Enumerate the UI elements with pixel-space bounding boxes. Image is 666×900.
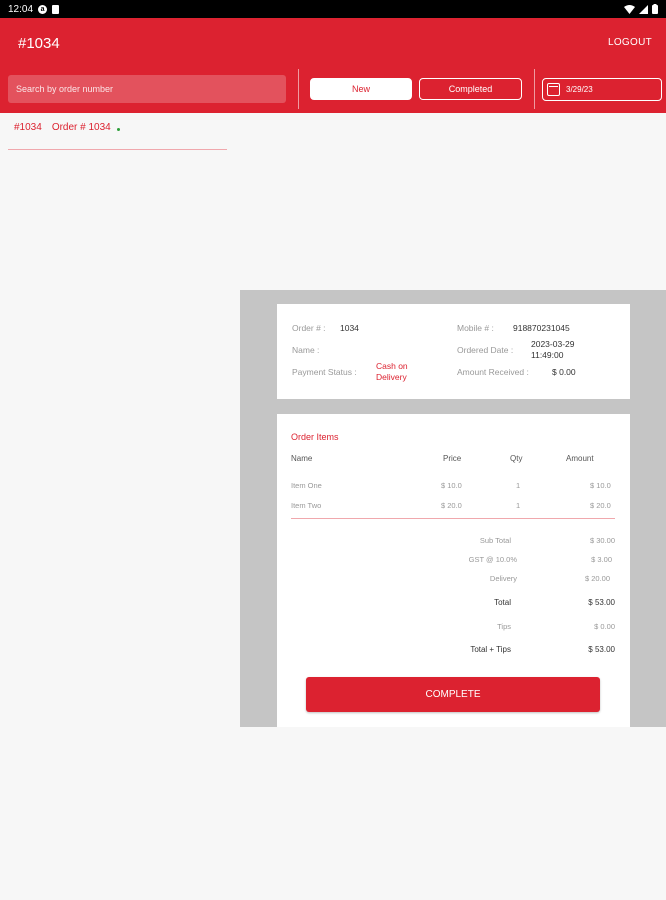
notification-icon: a [38,4,48,14]
order-items-card: Order Items Name Price Qty Amount Item O… [277,414,630,727]
item-price: $ 10.0 [441,481,462,490]
order-number-label: Order # : [292,323,326,333]
total-tips-label: Total + Tips [470,645,511,654]
sim-card-icon [52,4,60,14]
page-title: #1034 [18,35,60,52]
battery-icon [652,4,658,14]
divider [291,518,615,519]
item-qty: 1 [516,481,521,490]
order-id: #1034 [14,122,42,133]
order-info-card: Order # : 1034 Name : Payment Status : C… [277,304,630,399]
amount-received-label: Amount Received : [457,367,529,377]
gst-label: GST @ 10.0% [468,555,517,564]
tab-new[interactable]: New [310,78,412,100]
search-input[interactable] [8,75,286,103]
divider [298,69,299,109]
col-header-amount: Amount [566,454,594,463]
calendar-icon [547,83,560,96]
payment-status-value: Cash on Delivery [376,361,408,382]
item-price: $ 20.0 [441,501,462,510]
divider [534,69,535,109]
payment-status-label: Payment Status : [292,367,357,377]
signal-icon [639,4,648,14]
status-time: 12:04 [8,3,34,15]
item-amount: $ 20.0 [590,501,611,510]
status-dot-icon [116,128,120,131]
tips-value: $ 0.00 [594,622,615,631]
col-header-price: Price [443,454,462,463]
name-label: Name : [292,345,320,355]
order-list-item[interactable]: #1034 Order # 1034 [8,122,227,150]
order-label: Order # 1034 [51,122,111,133]
amount-received-value: $ 0.00 [552,367,576,377]
gst-value: $ 3.00 [591,555,612,564]
delivery-value: $ 20.00 [584,574,610,583]
subtotal-label: Sub Total [479,536,511,545]
item-qty: 1 [516,501,521,510]
order-number-value: 1034 [340,323,359,333]
total-label: Total [494,598,511,607]
total-tips-value: $ 53.00 [588,645,615,654]
total-value: $ 53.00 [588,598,615,607]
date-label: 3/29/23 [566,85,593,94]
mobile-label: Mobile # : [457,323,494,333]
delivery-label: Delivery [489,574,517,583]
mobile-value: 918870231045 [513,323,570,333]
ordered-date-value: 2023-03-29 11:49:00 [531,339,575,360]
col-header-qty: Qty [510,454,523,463]
wifi-icon [624,4,635,14]
item-amount: $ 10.0 [590,481,611,490]
col-header-name: Name [291,454,313,463]
tab-completed[interactable]: Completed [419,78,522,100]
app-bar: #1034 LOGOUT New Completed 3/29/23 [0,18,666,113]
complete-button[interactable]: COMPLETE [306,677,600,712]
item-name: Item Two [291,501,322,510]
tips-label: Tips [497,622,511,631]
status-bar: 12:04 a [0,0,666,18]
ordered-date-label: Ordered Date : [457,345,514,355]
subtotal-value: $ 30.00 [589,536,615,545]
logout-button[interactable]: LOGOUT [608,37,652,48]
order-items-title: Order Items [291,432,339,442]
item-name: Item One [291,481,322,490]
date-picker-button[interactable]: 3/29/23 [542,78,662,101]
